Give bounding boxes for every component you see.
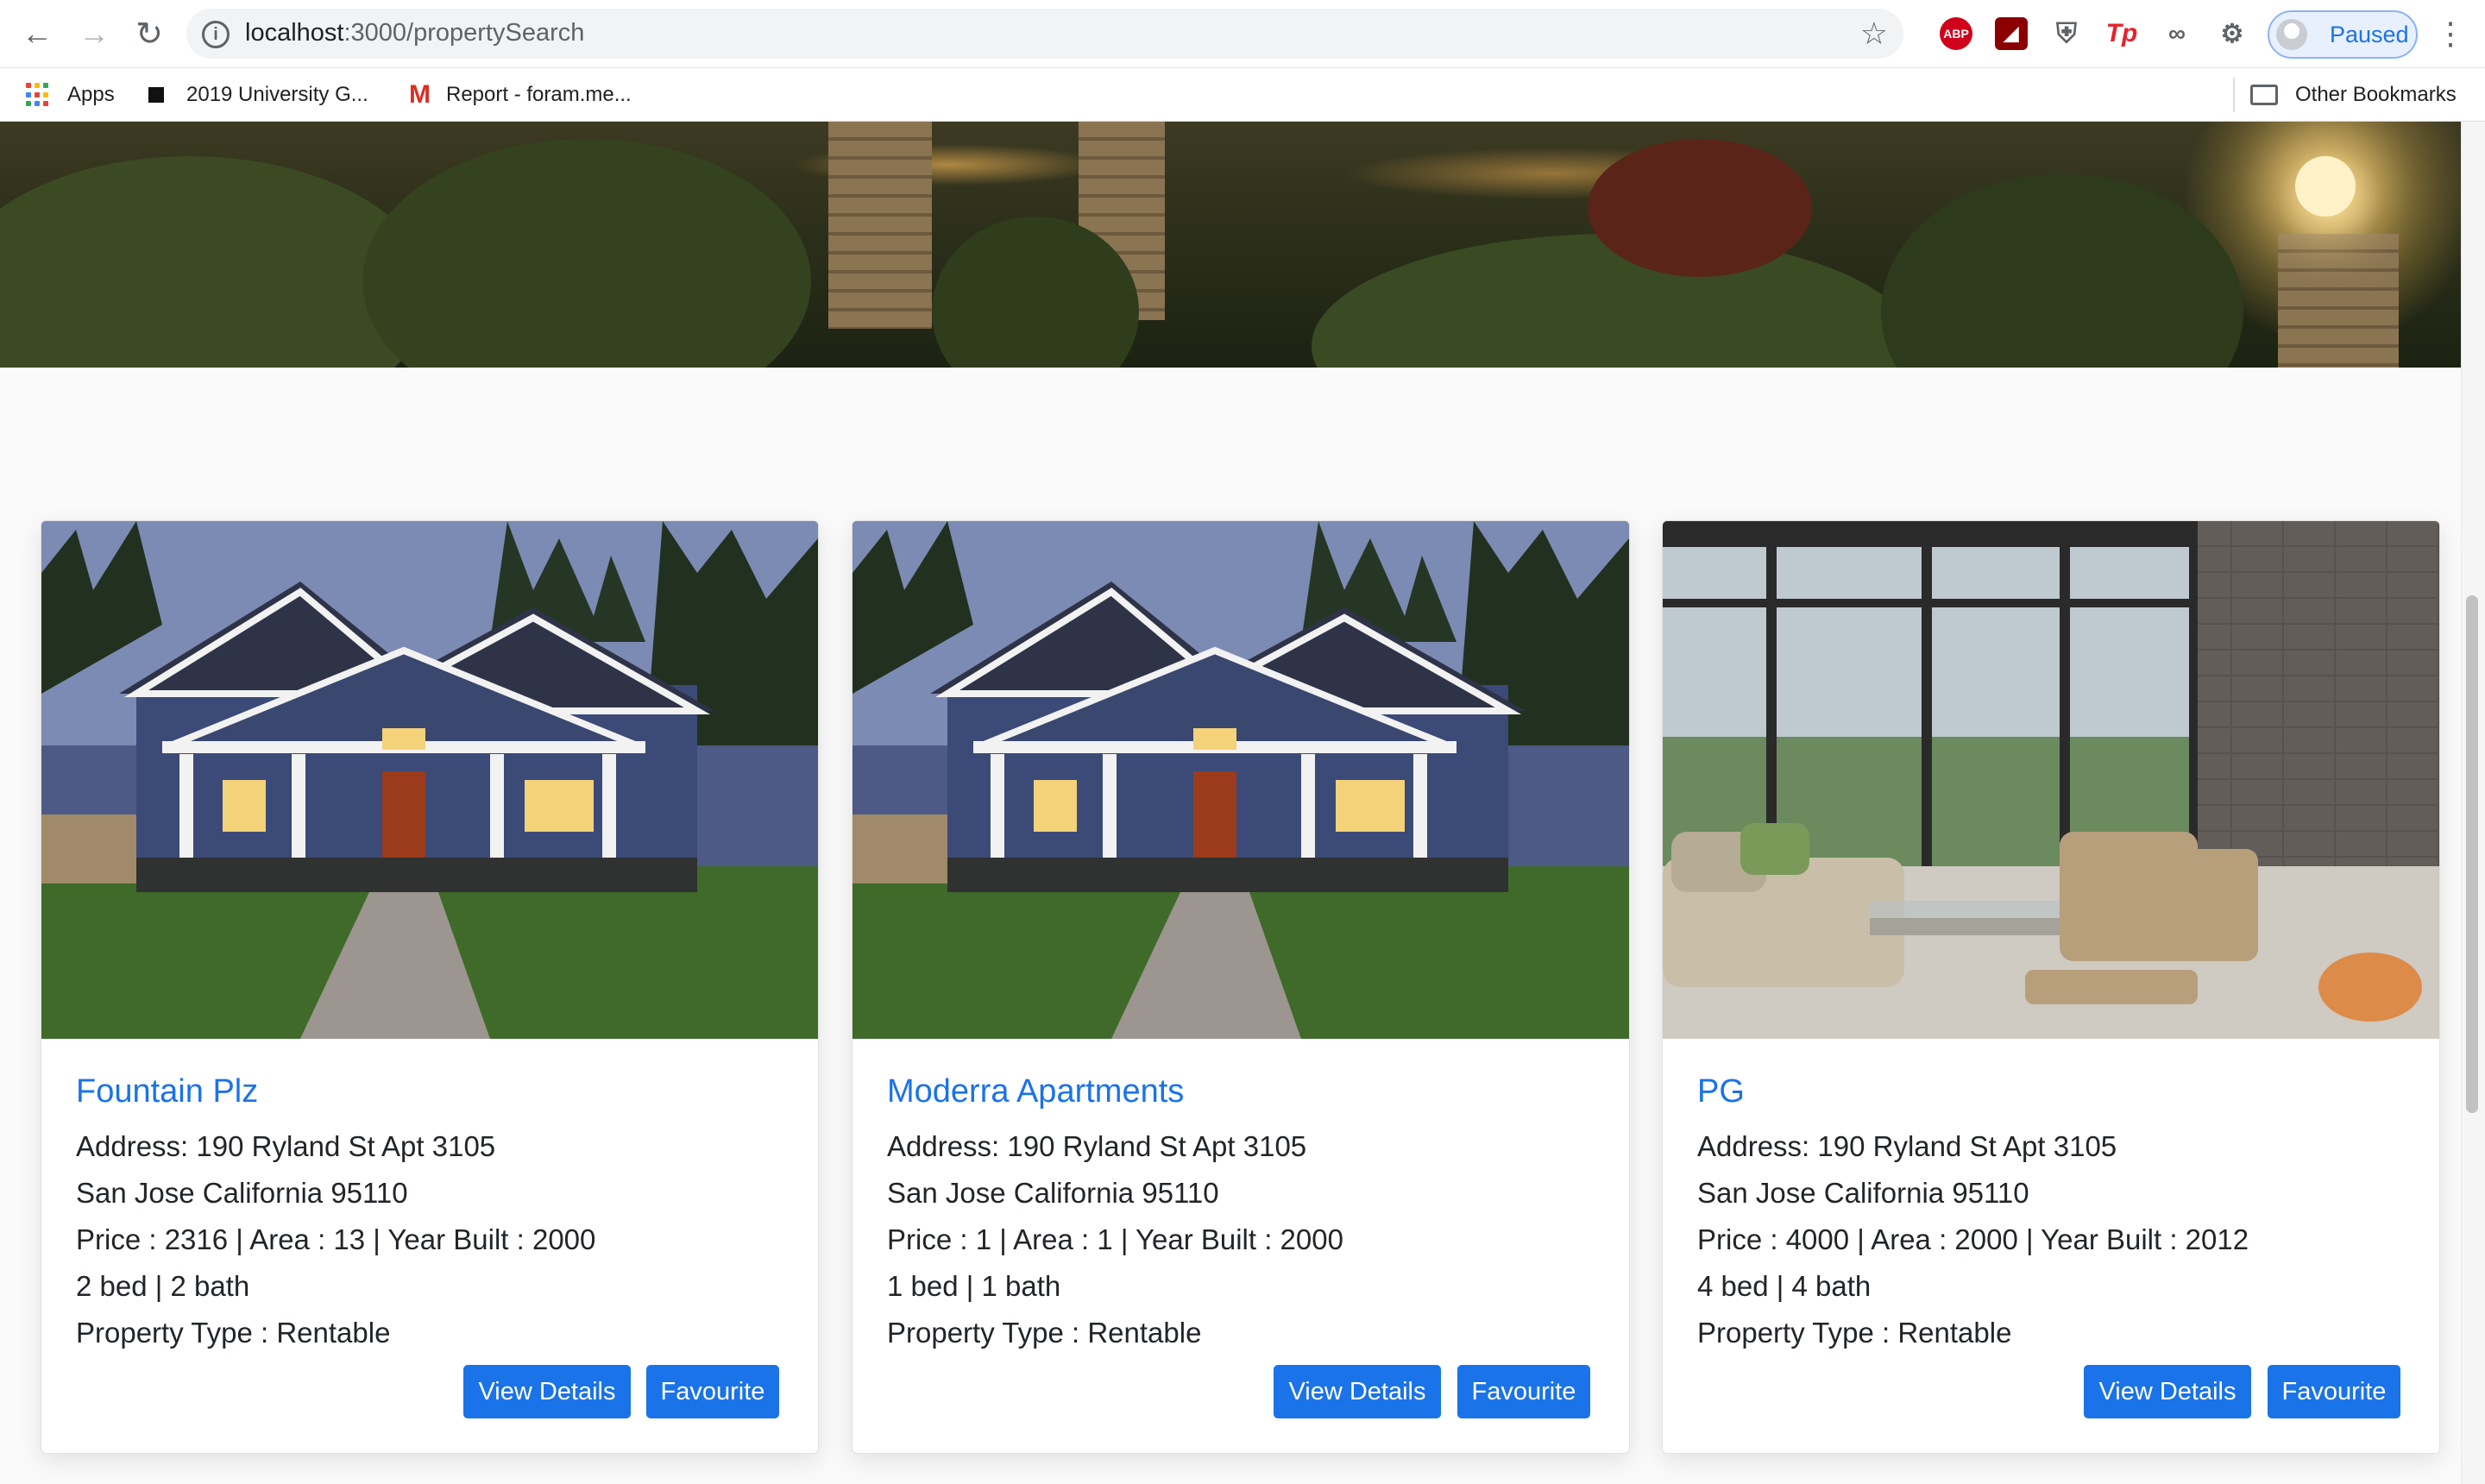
- property-bed-bath: 4 bed | 4 bath: [1697, 1270, 1872, 1302]
- address-bar[interactable]: i localhost:3000/propertySearch ☆: [186, 9, 1903, 59]
- property-title-link[interactable]: Moderra Apartments: [887, 1073, 1184, 1110]
- browser-menu-icon[interactable]: ⋮: [2433, 12, 2468, 55]
- shield-extension-icon[interactable]: ⛨: [2050, 17, 2083, 50]
- lamp-light: [2295, 156, 2356, 217]
- red-shrub: [1588, 139, 1812, 277]
- house-exterior-image: [852, 521, 1629, 1039]
- folder-icon: [2250, 85, 2278, 105]
- hedge: [1312, 234, 1916, 368]
- url-text[interactable]: localhost:3000/propertySearch: [245, 19, 584, 47]
- bike-extension-icon[interactable]: ∞: [2161, 17, 2193, 50]
- url-host: localhost: [245, 19, 344, 47]
- profile-button[interactable]: Paused: [2268, 10, 2418, 59]
- bookmark-apps[interactable]: Apps: [26, 81, 115, 109]
- gmail-icon: M: [409, 80, 431, 109]
- reload-icon[interactable]: ↻: [128, 12, 171, 55]
- square-icon: [148, 87, 164, 103]
- hedge: [1881, 173, 2243, 368]
- bookmark-label: Apps: [67, 83, 115, 106]
- view-details-button[interactable]: View Details: [463, 1365, 631, 1418]
- stone-pillar: [2278, 234, 2399, 368]
- property-card: PG Address: 190 Ryland St Apt 3105 San J…: [1662, 520, 2440, 1454]
- property-city: San Jose California 95110: [1697, 1177, 2029, 1209]
- bookmark-university[interactable]: 2019 University G...: [148, 81, 368, 109]
- bookmarks-bar: Apps 2019 University G... M Report - for…: [0, 69, 2485, 122]
- hero-banner: [0, 122, 2461, 368]
- back-arrow-icon[interactable]: ←: [16, 12, 59, 55]
- favourite-button[interactable]: Favourite: [1457, 1365, 1590, 1418]
- living-room-interior-image: [1663, 521, 2439, 1039]
- property-city: San Jose California 95110: [76, 1177, 408, 1209]
- bookmark-label: Report - foram.me...: [446, 83, 632, 106]
- red-extension-icon[interactable]: ◢: [1995, 17, 2028, 50]
- adblock-extension-icon[interactable]: ABP: [1940, 17, 1972, 50]
- puzzle-extensions-icon[interactable]: ⚙: [2216, 17, 2249, 50]
- bookmarks-divider: [2233, 78, 2235, 112]
- property-image: [852, 521, 1629, 1039]
- property-title-link[interactable]: Fountain Plz: [76, 1073, 258, 1110]
- apps-grid-icon: [26, 83, 50, 107]
- property-type: Property Type : Rentable: [887, 1317, 1202, 1349]
- bookmark-star-icon[interactable]: ☆: [1860, 16, 1888, 52]
- property-bed-bath: 1 bed | 1 bath: [887, 1270, 1061, 1302]
- property-details: Price : 4000 | Area : 2000 | Year Built …: [1697, 1223, 2249, 1255]
- bookmark-label: 2019 University G...: [186, 83, 368, 106]
- favourite-button[interactable]: Favourite: [646, 1365, 779, 1418]
- tp-extension-icon[interactable]: Tp: [2105, 17, 2138, 50]
- property-type: Property Type : Rentable: [1697, 1317, 2012, 1349]
- view-details-button[interactable]: View Details: [2084, 1365, 2251, 1418]
- info-icon[interactable]: i: [202, 21, 230, 48]
- stone-pillar: [828, 122, 932, 329]
- property-title-link[interactable]: PG: [1697, 1073, 1745, 1110]
- property-bed-bath: 2 bed | 2 bath: [76, 1270, 250, 1302]
- profile-status-label: Paused: [2330, 21, 2409, 47]
- avatar: [2276, 19, 2307, 50]
- property-details: Price : 1 | Area : 1 | Year Built : 2000: [887, 1223, 1343, 1255]
- property-address: Address: 190 Ryland St Apt 3105: [76, 1130, 496, 1162]
- scrollbar-thumb[interactable]: [2466, 595, 2478, 1113]
- view-details-button[interactable]: View Details: [1274, 1365, 1441, 1418]
- hedge: [362, 139, 811, 368]
- property-city: San Jose California 95110: [887, 1177, 1219, 1209]
- property-image: [41, 521, 818, 1039]
- property-card: Moderra Apartments Address: 190 Ryland S…: [852, 520, 1630, 1454]
- property-image: [1663, 521, 2439, 1039]
- other-bookmarks[interactable]: Other Bookmarks: [2250, 81, 2457, 109]
- other-bookmarks-label: Other Bookmarks: [2295, 83, 2457, 106]
- property-card: Fountain Plz Address: 190 Ryland St Apt …: [41, 520, 819, 1454]
- bookmark-report[interactable]: M Report - foram.me...: [409, 80, 632, 109]
- property-address: Address: 190 Ryland St Apt 3105: [887, 1130, 1307, 1162]
- browser-toolbar: ← → ↻ i localhost:3000/propertySearch ☆ …: [0, 0, 2485, 68]
- property-address: Address: 190 Ryland St Apt 3105: [1697, 1130, 2117, 1162]
- property-details: Price : 2316 | Area : 13 | Year Built : …: [76, 1223, 596, 1255]
- url-path: :3000/propertySearch: [343, 19, 585, 47]
- house-exterior-image: [41, 521, 818, 1039]
- property-type: Property Type : Rentable: [76, 1317, 391, 1349]
- forward-arrow-icon[interactable]: →: [72, 12, 116, 55]
- favourite-button[interactable]: Favourite: [2268, 1365, 2400, 1418]
